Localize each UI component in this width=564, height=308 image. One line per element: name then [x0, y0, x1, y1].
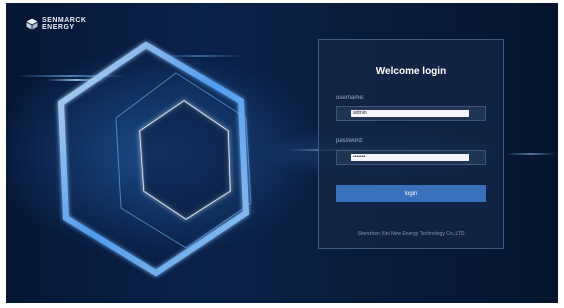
login-button-label: login	[404, 190, 418, 197]
inner-hexagon-fill	[140, 101, 230, 219]
password-input[interactable]	[351, 154, 469, 161]
username-label: username:	[336, 95, 365, 101]
login-title: Welcome login	[375, 66, 447, 77]
username-input[interactable]	[351, 110, 469, 117]
login-button[interactable]: login	[336, 185, 486, 202]
company-footer: Shenzhen Xinl New Energy Technology Co.,…	[357, 231, 465, 237]
hexagon-graphic	[57, 41, 252, 277]
login-panel: Welcome login username: password: login …	[318, 39, 504, 249]
brand-logo: SENMARCK ENERGY	[26, 17, 86, 31]
username-field-frame	[336, 106, 486, 121]
password-field-frame	[336, 150, 486, 165]
password-label: password:	[336, 138, 364, 144]
cube-logo-icon	[26, 18, 38, 30]
brand-subname: ENERGY	[42, 24, 75, 31]
login-screen: SENMARCK ENERGY Welcome login username: …	[6, 3, 558, 303]
brand-name: SENMARCK	[42, 17, 87, 24]
light-streak	[506, 153, 556, 155]
